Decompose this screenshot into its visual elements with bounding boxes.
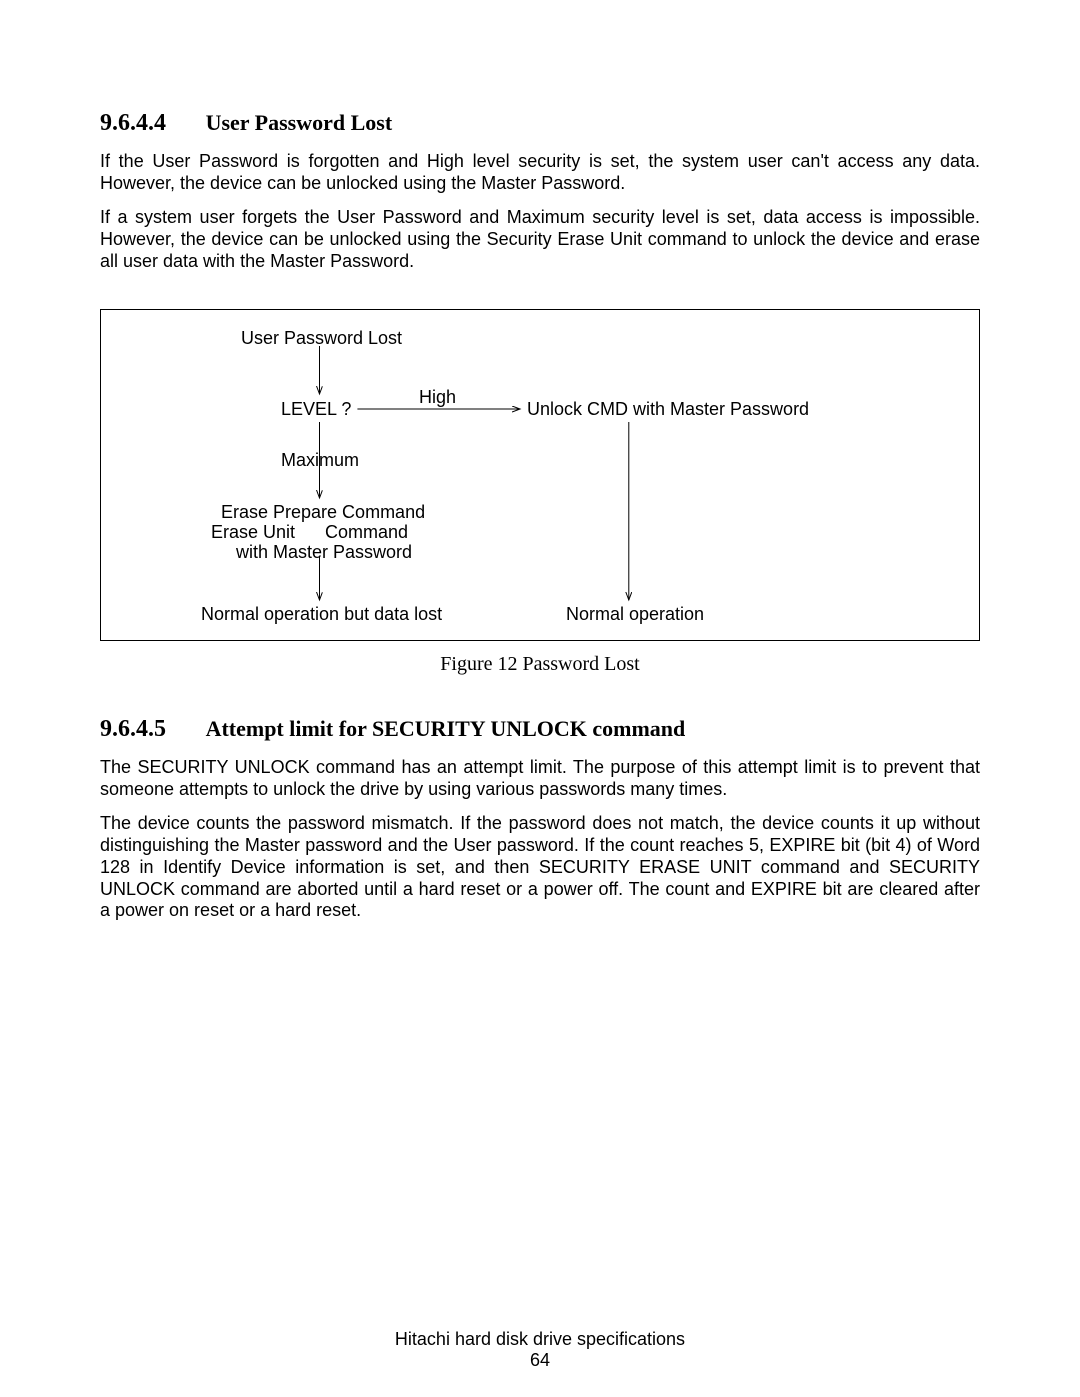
footer-page-number: 64 [0, 1350, 1080, 1371]
section-heading-2: 9.6.4.5 Attempt limit for SECURITY UNLOC… [100, 716, 980, 743]
fig-label-max: Maximum [281, 450, 359, 471]
fig-label-erase2: Erase Unit Command [211, 522, 408, 543]
figure-arrows [101, 310, 979, 640]
section2-para1: The SECURITY UNLOCK command has an attem… [100, 757, 980, 801]
fig-label-erase3: with Master Password [236, 542, 412, 563]
page: 9.6.4.4 User Password Lost If the User P… [0, 0, 1080, 1397]
section-number-2: 9.6.4.5 [100, 716, 200, 743]
fig-label-left-end: Normal operation but data lost [201, 604, 442, 625]
fig-label-level: LEVEL ? [281, 399, 351, 420]
fig-label-erase1: Erase Prepare Command [221, 502, 425, 523]
section-title-2: Attempt limit for SECURITY UNLOCK comman… [206, 716, 686, 741]
fig-label-unlock: Unlock CMD with Master Password [527, 399, 809, 420]
section1-para1: If the User Password is forgotten and Hi… [100, 151, 980, 195]
section1-para2: If a system user forgets the User Passwo… [100, 207, 980, 273]
page-footer: Hitachi hard disk drive specifications 6… [0, 1329, 1080, 1371]
section-title-1: User Password Lost [206, 110, 393, 135]
footer-title: Hitachi hard disk drive specifications [0, 1329, 1080, 1350]
section-heading-1: 9.6.4.4 User Password Lost [100, 110, 980, 137]
fig-label-high: High [419, 387, 456, 408]
fig-label-top: User Password Lost [241, 328, 402, 349]
figure-box: User Password Lost LEVEL ? High Unlock C… [100, 309, 980, 641]
fig-label-right-end: Normal operation [566, 604, 704, 625]
content-area: 9.6.4.4 User Password Lost If the User P… [100, 110, 980, 934]
section-number-1: 9.6.4.4 [100, 110, 200, 137]
figure-caption: Figure 12 Password Lost [100, 653, 980, 676]
section2-para2: The device counts the password mismatch.… [100, 813, 980, 923]
